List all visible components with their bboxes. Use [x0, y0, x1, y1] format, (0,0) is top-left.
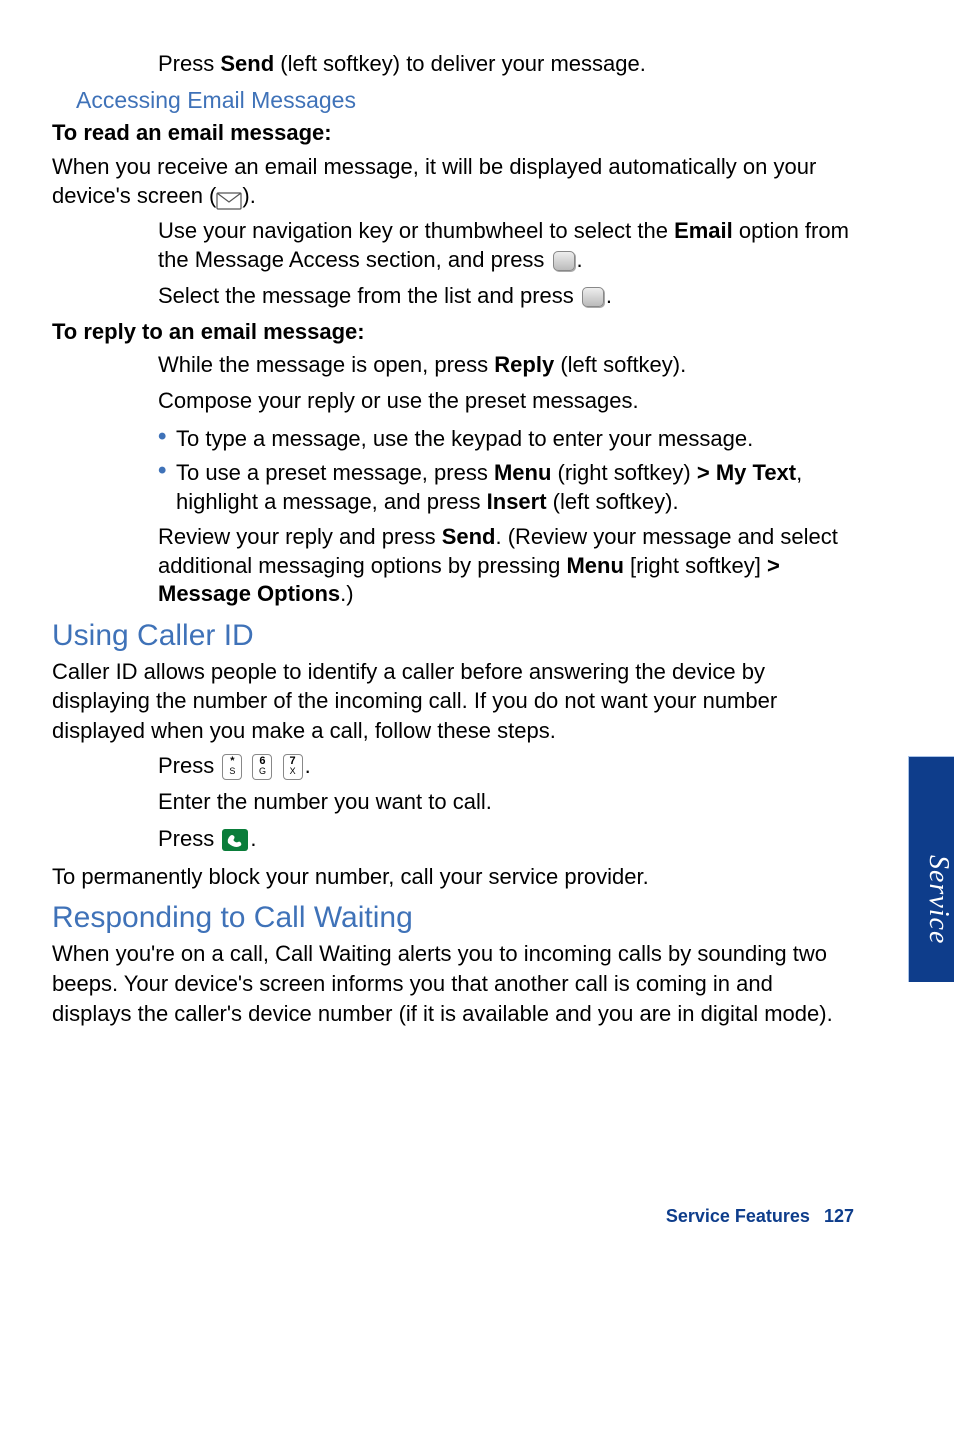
call-key-icon	[222, 829, 248, 851]
key-6-icon: 6G	[252, 754, 272, 780]
envelope-icon	[216, 188, 242, 206]
key-star-icon: *S	[222, 754, 242, 780]
call-waiting-body: When you're on a call, Call Waiting aler…	[52, 939, 854, 1028]
bullet-type-message: To type a message, use the keypad to ent…	[52, 424, 854, 454]
side-tab-service: Service	[908, 756, 954, 982]
step-reply-open: While the message is open, press Reply (…	[52, 351, 854, 380]
footer-section-label: Service Features	[666, 1206, 810, 1226]
caller-id-body: Caller ID allows people to identify a ca…	[52, 657, 854, 746]
ok-key-icon	[553, 251, 575, 271]
heading-to-read: To read an email message:	[52, 120, 854, 146]
side-tab-label: Service	[909, 757, 954, 982]
page-number: 127	[824, 1206, 854, 1226]
step-select-message: Select the message from the list and pre…	[52, 282, 854, 311]
step-compose: Compose your reply or use the preset mes…	[52, 387, 854, 416]
step-enter-number: Enter the number you want to call.	[52, 788, 854, 817]
heading-to-reply: To reply to an email message:	[52, 319, 854, 345]
read-intro: When you receive an email message, it wi…	[52, 152, 854, 211]
step-press-star67: Press *S 6G 7X.	[52, 752, 854, 781]
subheading-accessing-email: Accessing Email Messages	[76, 87, 854, 114]
section-caller-id: Using Caller ID	[52, 619, 854, 653]
step-send: Press Send (left softkey) to deliver you…	[52, 50, 854, 79]
step-press-call: Press .	[52, 825, 854, 854]
section-call-waiting: Responding to Call Waiting	[52, 901, 854, 935]
ok-key-icon	[582, 287, 604, 307]
bullet-preset-message: To use a preset message, press Menu (rig…	[52, 458, 854, 517]
page-footer: Service Features 127	[666, 1206, 854, 1227]
key-7-icon: 7X	[283, 754, 303, 780]
step-review: Review your reply and press Send. (Revie…	[52, 523, 854, 609]
step-navigation: Use your navigation key or thumbwheel to…	[52, 217, 854, 274]
caller-permanent-block: To permanently block your number, call y…	[52, 862, 854, 892]
